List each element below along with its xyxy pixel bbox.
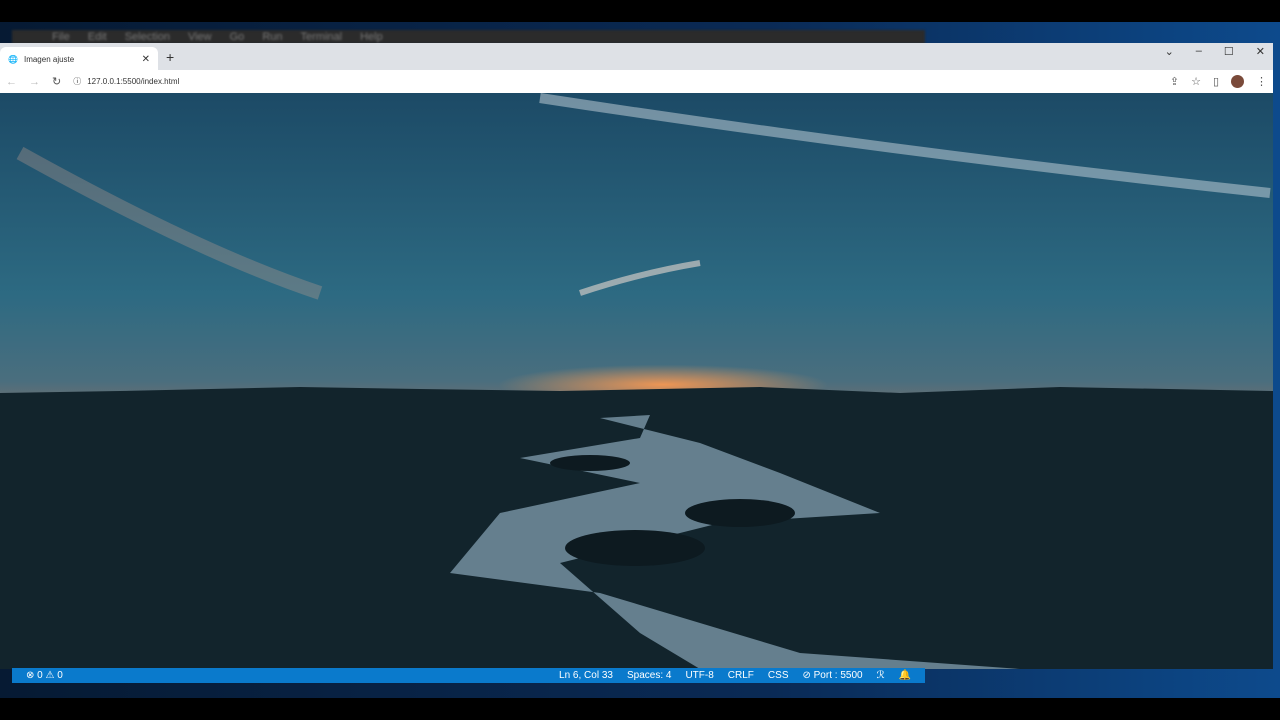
vscode-statusbar: ⊗ 0 ⚠ 0 Ln 6, Col 33 Spaces: 4 UTF-8 CRL… (12, 668, 925, 683)
vscode-menubar: File Edit Selection View Go Run Terminal… (12, 30, 925, 44)
tab-title: Imagen ajuste (23, 54, 75, 64)
problems-indicator[interactable]: ⊗ 0 ⚠ 0 (26, 670, 63, 681)
back-icon[interactable]: ← (6, 76, 17, 88)
globe-icon: 🌐 (8, 54, 18, 64)
url-text: 127.0.0.1:5500/index.html (87, 77, 180, 86)
bookmark-star-icon[interactable]: ☆ (1191, 75, 1201, 88)
tab-search-button[interactable]: ⌄ (1165, 45, 1174, 58)
menu-go[interactable]: Go (230, 31, 245, 43)
notifications-icon[interactable]: 🔔 (899, 670, 911, 681)
menu-file[interactable]: File (52, 31, 70, 43)
live-server-port[interactable]: ⊘ Port : 5500 (802, 670, 862, 681)
browser-window: 🌐 Imagen ajuste ✕ + ⌄ – ☐ ✕ ← → ↻ ⓘ 127.… (0, 43, 1273, 93)
encoding[interactable]: UTF-8 (685, 670, 713, 681)
close-tab-icon[interactable]: ✕ (142, 54, 150, 65)
landscape-image (0, 93, 1273, 669)
forward-icon[interactable]: → (29, 76, 40, 88)
share-icon[interactable]: ⇪ (1170, 75, 1179, 88)
menu-selection[interactable]: Selection (125, 31, 170, 43)
minimize-button[interactable]: – (1196, 45, 1202, 58)
line-endings[interactable]: CRLF (728, 670, 754, 681)
maximize-button[interactable]: ☐ (1224, 45, 1234, 58)
tab-imagen-ajuste[interactable]: 🌐 Imagen ajuste ✕ (0, 47, 158, 71)
menu-kebab-icon[interactable]: ⋮ (1256, 75, 1267, 88)
language-mode[interactable]: CSS (768, 670, 789, 681)
menu-edit[interactable]: Edit (88, 31, 107, 43)
close-window-button[interactable]: ✕ (1256, 45, 1265, 58)
menu-terminal[interactable]: Terminal (301, 31, 343, 43)
reload-icon[interactable]: ↻ (52, 75, 61, 88)
new-tab-button[interactable]: + (166, 49, 174, 65)
menu-run[interactable]: Run (262, 31, 282, 43)
accounts-icon[interactable]: ℛ (877, 670, 885, 681)
menu-help[interactable]: Help (360, 31, 383, 43)
address-bar[interactable]: ⓘ 127.0.0.1:5500/index.html (73, 72, 1158, 91)
side-panel-icon[interactable]: ▯ (1213, 75, 1219, 88)
menu-view[interactable]: View (188, 31, 212, 43)
indentation[interactable]: Spaces: 4 (627, 670, 671, 681)
info-icon: ⓘ (73, 77, 82, 86)
cursor-position[interactable]: Ln 6, Col 33 (559, 670, 613, 681)
profile-avatar[interactable] (1231, 75, 1244, 88)
